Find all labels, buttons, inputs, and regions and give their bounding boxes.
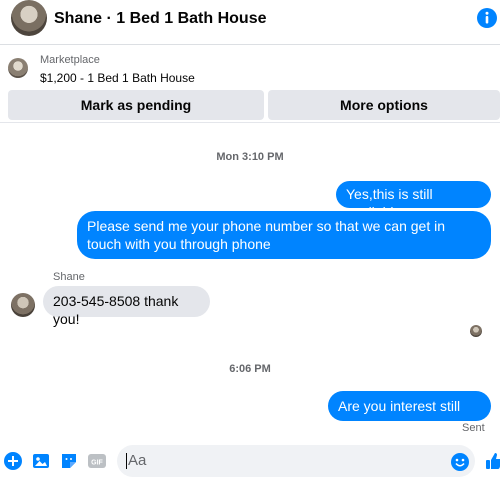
emoji-icon[interactable]	[451, 453, 469, 471]
listing-kind-label: Marketplace	[40, 54, 100, 66]
message-input[interactable]: Aa	[117, 445, 475, 477]
photo-icon[interactable]	[32, 452, 50, 470]
thumbs-up-icon[interactable]	[486, 452, 500, 470]
message-input-placeholder: Aa	[128, 452, 147, 469]
timestamp: 6:06 PM	[229, 363, 271, 375]
incoming-message[interactable]: 203-545-8508 thank you!	[43, 286, 210, 327]
gif-icon[interactable]: GIF	[88, 452, 106, 470]
outgoing-message[interactable]: Yes,this is still available	[336, 181, 491, 220]
listing-thumbnail[interactable]	[8, 58, 28, 78]
outgoing-message[interactable]: Are you interest still now	[328, 391, 491, 432]
info-icon[interactable]	[477, 8, 497, 28]
sender-name: Shane	[53, 271, 85, 283]
conversation-title[interactable]: Shane · 1 Bed 1 Bath House	[54, 10, 267, 28]
marketplace-listing-panel: Marketplace $1,200 - 1 Bed 1 Bath House …	[0, 45, 500, 125]
conversation-header: Shane · 1 Bed 1 Bath House	[0, 0, 500, 45]
mark-as-pending-button[interactable]: Mark as pending	[8, 90, 264, 120]
message-status: Sent	[462, 422, 485, 434]
more-options-button[interactable]: More options	[268, 90, 500, 120]
sticker-icon[interactable]	[60, 452, 78, 470]
timestamp: Mon 3:10 PM	[216, 151, 284, 163]
svg-text:GIF: GIF	[91, 460, 103, 467]
listing-price-title[interactable]: $1,200 - 1 Bed 1 Bath House	[40, 71, 195, 85]
divider	[0, 122, 500, 123]
outgoing-message[interactable]: Please send me your phone number so that…	[77, 211, 491, 259]
text-caret	[126, 453, 127, 469]
seen-avatar	[470, 325, 482, 337]
sender-avatar[interactable]	[11, 293, 35, 317]
plus-circle-icon[interactable]	[4, 452, 22, 470]
contact-avatar[interactable]	[11, 0, 47, 36]
message-composer: GIF Aa	[0, 441, 500, 481]
